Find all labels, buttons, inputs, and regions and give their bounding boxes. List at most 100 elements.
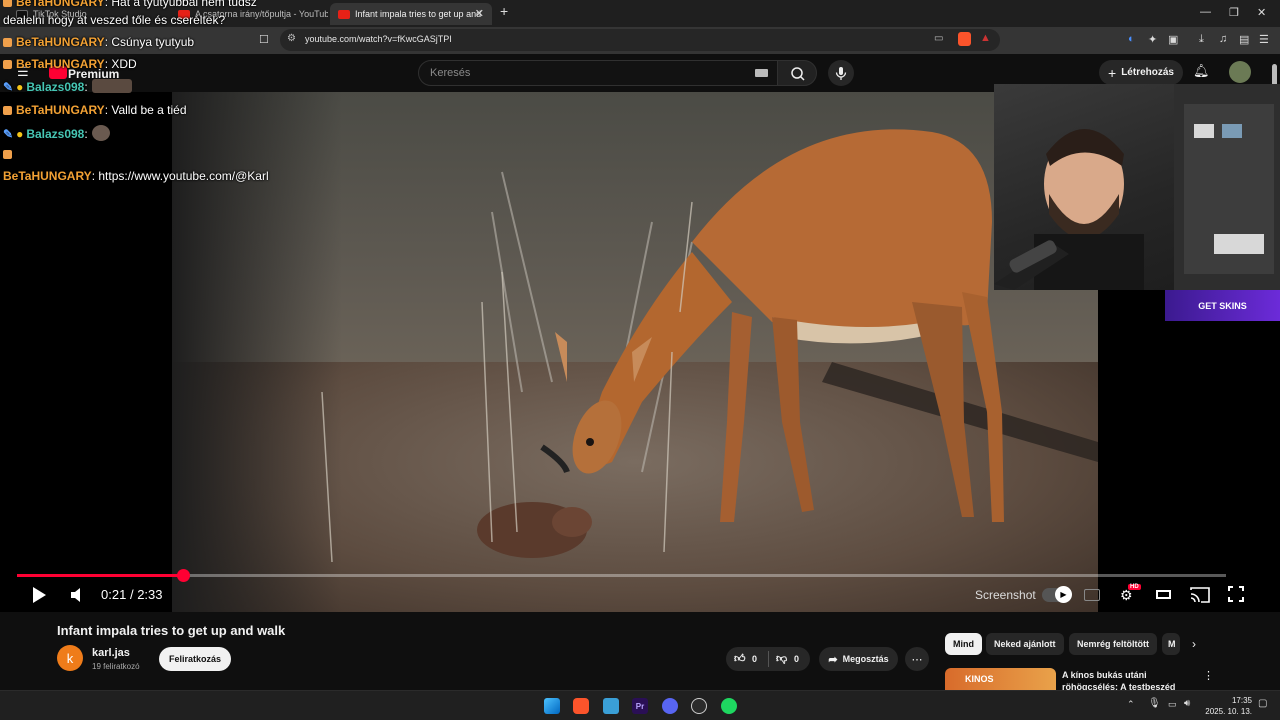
streamer-webcam (994, 84, 1280, 290)
premiere-icon[interactable]: Pr (632, 698, 648, 714)
sidebar-icon[interactable]: ▣ (1168, 33, 1178, 46)
play-icon[interactable] (31, 586, 47, 604)
like-icon[interactable]: 👍︎ (734, 652, 746, 665)
chat-user: BeTaHUNGARY (16, 103, 105, 117)
theater-mode-icon[interactable] (1156, 590, 1171, 599)
start-icon[interactable] (544, 698, 560, 714)
notification-icon[interactable]: ▢ (1258, 698, 1267, 709)
window-close-icon[interactable]: ✕ (1257, 6, 1266, 19)
chat-line: ✎ ● Balazs098: (3, 79, 132, 94)
moderator-badge-icon: ✎ (3, 80, 14, 94)
chat-user: BeTaHUNGARY (16, 0, 105, 9)
chip-all[interactable]: Mind (945, 633, 982, 655)
channel-avatar[interactable]: k (57, 645, 83, 671)
brave-icon[interactable] (573, 698, 589, 714)
system-clock[interactable]: 17:35 2025. 10. 13. (1200, 695, 1252, 717)
youtube-icon (338, 9, 350, 19)
fullscreen-icon[interactable] (1228, 586, 1244, 602)
chevron-right-icon[interactable]: › (1192, 637, 1196, 651)
spotify-icon[interactable] (721, 698, 737, 714)
search-field[interactable]: Keresés (418, 60, 778, 86)
notifications-bell-icon[interactable]: 🔔︎ (1193, 63, 1210, 79)
duration: 2:33 (137, 587, 163, 602)
dislike-count: 0 (794, 654, 800, 664)
chat-line (3, 147, 16, 161)
coin-badge-icon: ● (16, 127, 24, 141)
thumb-text: KINOS (965, 674, 994, 684)
volume-icon[interactable] (70, 588, 86, 602)
close-icon[interactable]: ✕ (475, 7, 484, 20)
discord-icon[interactable] (662, 698, 678, 714)
chat-user: Balazs098 (26, 127, 85, 141)
current-time: 0:21 (101, 587, 127, 602)
chat-user: Balazs098 (26, 80, 85, 94)
recommended-thumbnail[interactable]: KINOS (945, 668, 1056, 690)
chat-message: : https://www.youtube.com/@Karl (91, 169, 269, 183)
display-tray-icon[interactable]: ▭ (1168, 699, 1177, 710)
search-placeholder: Keresés (430, 67, 471, 79)
address-bar[interactable]: ⚙ youtube.com/watch?v=fKwcGASjTPI ▭ ▲ (280, 29, 1000, 51)
speech-icon[interactable]: ◐ (1128, 33, 1135, 45)
chat-message: dealelni hogy át veszed tőle és cserélte… (3, 13, 226, 27)
tab-video[interactable]: Infant impala tries to get up and ✕ (330, 3, 492, 25)
cast-icon[interactable]: ▭ (934, 33, 943, 44)
brave-rewards-icon[interactable]: ▲ (980, 32, 991, 44)
account-avatar[interactable] (1229, 61, 1251, 83)
subscribe-button[interactable]: Feliratkozás (159, 647, 231, 671)
progress-scrubber[interactable] (176, 569, 190, 582)
search-button[interactable] (777, 60, 817, 86)
speaker-tray-icon[interactable]: 🔊︎ (1184, 698, 1190, 709)
chat-message: : (84, 80, 88, 94)
maximize-icon[interactable]: ❐ (1229, 6, 1239, 19)
share-label: Megosztás (842, 654, 889, 664)
voice-search-button[interactable] (828, 60, 854, 86)
create-button[interactable]: + Létrehozás (1099, 60, 1183, 85)
hd-badge: HD (1128, 584, 1141, 590)
wallet-icon[interactable]: ▤ (1239, 33, 1249, 46)
media-icon[interactable]: ♫ (1219, 33, 1227, 45)
subtitles-icon[interactable] (1084, 589, 1100, 601)
dislike-icon[interactable]: 👎︎ (776, 652, 787, 665)
new-tab-icon[interactable]: + (500, 3, 508, 19)
cast-icon[interactable] (1190, 587, 1210, 603)
chip-recommended[interactable]: Neked ajánlott (986, 633, 1064, 655)
recommended-title[interactable]: A kínos bukás utáni röhögcsélés: A testb… (1062, 669, 1192, 691)
progress-bar[interactable] (17, 569, 1226, 582)
get-skins-banner[interactable]: GET SKINS (1165, 290, 1280, 321)
create-label: Létrehozás (1121, 67, 1174, 78)
chat-line: ✎ ● Balazs098: (3, 125, 110, 141)
share-button[interactable]: ➦ Megosztás (819, 647, 898, 671)
page-scrollbar[interactable] (1272, 64, 1277, 86)
chat-user: BeTaHUNGARY (3, 169, 92, 183)
tray-chevron-icon[interactable]: ⌃ (1127, 699, 1135, 710)
share-icon: ➦ (828, 653, 838, 666)
more-actions-button[interactable]: ⋯ (905, 647, 929, 671)
search-icon (791, 67, 805, 81)
emote-icon (91, 125, 110, 141)
downloads-icon[interactable]: ⤓ (1199, 33, 1204, 46)
minimize-icon[interactable]: — (1200, 6, 1211, 18)
notepad-icon[interactable] (603, 698, 619, 714)
brave-shields-icon[interactable] (958, 32, 971, 46)
stream-chat-overlay: BeTaHUNGARY: Hát a tyutyubbal nem tudsz … (0, 0, 300, 190)
chat-line: BeTaHUNGARY: XDD (3, 57, 137, 71)
subscriber-badge-icon (3, 0, 12, 7)
chat-user: BeTaHUNGARY (16, 57, 105, 71)
subscriber-badge-icon (3, 150, 12, 159)
tab-label: Infant impala tries to get up and (355, 9, 482, 19)
channel-name[interactable]: karl.jas (92, 647, 130, 659)
menu-icon[interactable]: ☰ (1259, 33, 1269, 46)
subscriber-badge-icon (3, 60, 12, 69)
chip-more[interactable]: M (1162, 633, 1180, 655)
recommended-menu-icon[interactable]: ⋮ (1203, 669, 1214, 682)
progress-played (17, 574, 183, 577)
mic-tray-icon[interactable]: 🎙︎ (1148, 698, 1161, 709)
keyboard-icon[interactable] (755, 69, 768, 77)
chip-recent[interactable]: Nemrég feltöltött (1069, 633, 1157, 655)
screenshot-label[interactable]: Screenshot (975, 588, 1036, 602)
chat-message: : Csúnya tyutyub (104, 35, 195, 49)
obs-icon[interactable] (691, 698, 707, 714)
more-icon: ⋯ (911, 653, 923, 666)
extensions-icon[interactable]: ✦ (1148, 33, 1157, 46)
video-title: Infant impala tries to get up and walk (57, 623, 286, 638)
